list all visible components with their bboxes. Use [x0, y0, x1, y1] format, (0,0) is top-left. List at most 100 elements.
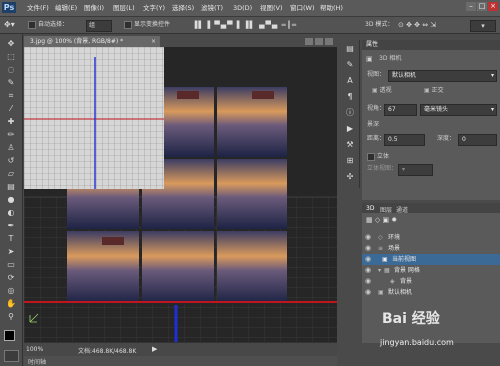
history-brush-icon[interactable]: ↺ [4, 155, 18, 166]
3d-scene[interactable] [24, 47, 337, 342]
menu-view[interactable]: 视图(V) [260, 3, 283, 13]
move-tool-icon[interactable]: ✥▾ [4, 20, 15, 30]
menu-bar: Ps 文件(F) 编辑(E) 图像(I) 图层(L) 文字(Y) 选择(S) 滤… [0, 0, 500, 17]
properties-panel: 属性 ▣ 3D 相机 视图： 默认相机 ▾ ▣ 透视 ▣ 正交 视角： 67 毫米… [362, 40, 500, 200]
close-button[interactable]: × [488, 2, 498, 11]
tab-channels[interactable]: 通道 [396, 205, 408, 214]
menu-3d[interactable]: 3D(D) [233, 3, 252, 13]
auto-select-checkbox[interactable] [28, 20, 36, 29]
perspective-option[interactable]: ▣ 透视 [372, 86, 392, 96]
fov-input[interactable]: 67 [384, 104, 417, 116]
orthographic-option[interactable]: ▣ 正交 [424, 86, 444, 96]
zoom-icon[interactable]: ⚲ [4, 311, 18, 322]
properties-tab[interactable]: 属性 [362, 40, 500, 50]
eye-icon[interactable]: ◉ [365, 244, 374, 253]
swatches-icon[interactable]: ✣ [345, 172, 355, 182]
actions-icon[interactable]: ▶ [345, 124, 355, 134]
tool-preset-icon[interactable]: ⚒ [345, 140, 355, 150]
eye-icon[interactable]: ◉ [365, 266, 374, 275]
crop-icon[interactable]: ⌗ [4, 90, 18, 101]
layer-label-background-mesh: 背景 网格 [394, 267, 420, 274]
3d-orbit-icon[interactable]: ◎ [4, 285, 18, 296]
workspace-switcher[interactable]: ▾ [470, 20, 496, 32]
timeline-tab[interactable]: 时间轴 [24, 356, 337, 366]
minimize-button[interactable]: – [466, 2, 476, 11]
lasso-icon[interactable]: ◌ [4, 64, 18, 75]
auto-select-dropdown[interactable]: 组 [86, 20, 112, 32]
chevron-down-icon: ▾ [490, 72, 494, 79]
canvas-area[interactable] [24, 47, 337, 342]
distance-input[interactable]: 0.5 [384, 134, 425, 146]
tab-layers[interactable]: 图层 [380, 205, 392, 214]
status-arrow-icon[interactable]: ▶ [152, 345, 157, 353]
menu-file[interactable]: 文件(F) [27, 3, 49, 13]
maximize-button[interactable]: □ [477, 2, 487, 11]
gradient-icon[interactable]: ▤ [4, 181, 18, 192]
eye-icon[interactable]: ◉ [365, 255, 374, 264]
depth-input[interactable]: 0 [458, 134, 497, 146]
light-view-icon[interactable] [315, 38, 323, 45]
move-icon[interactable]: ✥ [4, 38, 18, 49]
foreground-color-swatch[interactable] [4, 330, 15, 341]
info-icon[interactable]: ⓘ [345, 108, 355, 118]
eraser-icon[interactable]: ▱ [4, 168, 18, 179]
tab-3d[interactable]: 3D [366, 205, 374, 212]
dodge-icon[interactable]: ◐ [4, 207, 18, 218]
close-tab-icon[interactable]: × [151, 36, 156, 47]
stamp-icon[interactable]: ♙ [4, 142, 18, 153]
3d-filter-icons[interactable]: ▦ ◇ ▣ ✹ [366, 216, 397, 224]
document-tab[interactable]: 3.jpg @ 100% (背景, RGB/8#) * × [24, 36, 160, 47]
menu-select[interactable]: 选择(S) [172, 3, 194, 13]
eye-icon[interactable]: ◉ [365, 288, 374, 297]
align-icons[interactable]: ▐▌▐ ▀▄▀ ▌▐▌ ▄▀▄ ═║═ [192, 20, 297, 30]
camera-view-icon[interactable] [305, 38, 313, 45]
menu-image[interactable]: 图像(I) [84, 3, 104, 13]
camera-icon: ▣ [382, 256, 388, 263]
stereo-view-dropdown[interactable]: ▾ [398, 164, 433, 176]
3d-rotate-icon[interactable]: ⟳ [4, 272, 18, 283]
menu-window[interactable]: 窗口(W) [290, 3, 315, 13]
eyedropper-icon[interactable]: ⁄ [4, 103, 18, 114]
document-info: 文档:468.8K/468.8K [78, 348, 137, 355]
quick-mask-icon[interactable] [4, 350, 19, 362]
layer-row-current-view[interactable]: ◉ ▣ 当前视图 [362, 254, 500, 265]
brush-icon[interactable]: ✏ [4, 129, 18, 140]
stereo-option[interactable]: 立体 [367, 152, 389, 162]
quick-select-icon[interactable]: ✎ [4, 77, 18, 88]
navigator-icon[interactable]: ⊞ [345, 156, 355, 166]
history-icon[interactable]: ▤ [345, 44, 355, 54]
marquee-icon[interactable]: ⬚ [4, 51, 18, 62]
healing-icon[interactable]: ✚ [4, 116, 18, 127]
paragraph-icon[interactable]: ¶ [345, 92, 355, 102]
character-icon[interactable]: A [345, 76, 355, 86]
menu-filter[interactable]: 滤镜(T) [201, 3, 223, 13]
path-select-icon[interactable]: ➤ [4, 246, 18, 257]
menu-edit[interactable]: 编辑(E) [55, 3, 77, 13]
pen-icon[interactable]: ✒ [4, 220, 18, 231]
expand-arrow-icon[interactable]: ▾ [378, 265, 381, 276]
zoom-level[interactable]: 100% [26, 346, 43, 353]
blur-icon[interactable]: ● [4, 194, 18, 205]
eye-icon[interactable]: ◉ [365, 277, 374, 286]
layer-row-scene[interactable]: ◉ ≡ 场景 [362, 243, 500, 254]
menu-layer[interactable]: 图层(L) [113, 3, 135, 13]
layer-row-background-mesh[interactable]: ◉ ▾ ▦ 背景 网格 [362, 265, 500, 276]
axis-view-icon[interactable] [325, 38, 333, 45]
material-icon: ◈ [390, 278, 395, 285]
shape-icon[interactable]: ▭ [4, 259, 18, 270]
view-dropdown[interactable]: 默认相机 ▾ [388, 70, 497, 82]
eye-icon[interactable]: ◉ [365, 233, 374, 242]
layer-row-environment[interactable]: ◉ ◇ 环境 [362, 232, 500, 243]
type-icon[interactable]: T [4, 233, 18, 244]
show-transform-checkbox[interactable] [124, 20, 132, 29]
stereo-checkbox[interactable] [367, 152, 375, 161]
lens-dropdown[interactable]: 毫米镜头 ▾ [420, 104, 497, 116]
3d-mode-icons[interactable]: ⊙ ✥ ✥ ⇔ ⇲ [398, 20, 436, 30]
menu-help[interactable]: 帮助(H) [320, 3, 343, 13]
menu-type[interactable]: 文字(Y) [143, 3, 165, 13]
brush-preset-icon[interactable]: ✎ [345, 60, 355, 70]
3d-grid-plane[interactable] [24, 47, 164, 189]
hand-icon[interactable]: ✋ [4, 298, 18, 309]
layer-row-background[interactable]: ◉ ◈ 背景 [362, 276, 500, 287]
layer-row-default-camera[interactable]: ◉ ▣ 默认相机 [362, 287, 500, 298]
